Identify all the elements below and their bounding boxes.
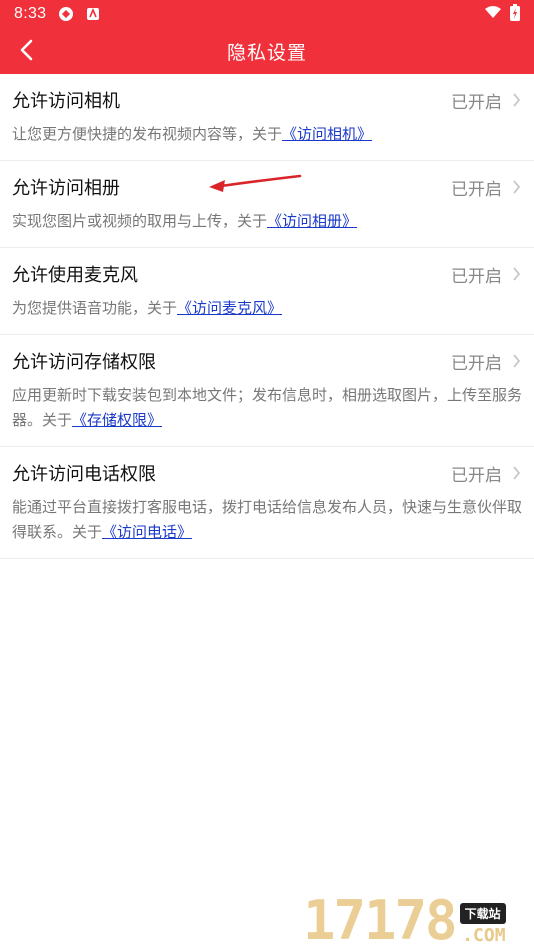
- setting-desc-text: 实现您图片或视频的取用与上传，关于: [12, 212, 268, 230]
- setting-desc-text: 能通过平台直接拨打客服电话，拨打电话给信息发布人员，快速与生意伙伴取得联系。关于: [12, 498, 523, 541]
- watermark-right: 下载站 .COM: [459, 903, 506, 950]
- chevron-right-icon: [510, 266, 522, 282]
- watermark-tag: 下载站: [459, 903, 506, 924]
- camera-policy-link[interactable]: 《访问相机》: [282, 125, 372, 143]
- setting-name: 允许访问相册: [12, 178, 120, 199]
- sync-icon: [58, 6, 74, 22]
- app-bar: 隐私设置: [0, 28, 534, 74]
- setting-state: 已开启: [451, 266, 502, 287]
- setting-item-album: 允许访问相册 已开启 实现您图片或视频的取用与上传，关于《访问相册》: [0, 161, 534, 248]
- setting-row-camera[interactable]: 允许访问相机 已开启: [12, 74, 522, 126]
- setting-row-phone[interactable]: 允许访问电话权限 已开启: [12, 447, 522, 499]
- setting-desc-text: 为您提供语音功能，关于: [12, 299, 178, 317]
- phone-policy-link[interactable]: 《访问电话》: [102, 523, 192, 541]
- status-time: 8:33: [14, 5, 47, 22]
- setting-state: 已开启: [451, 92, 502, 113]
- chevron-right-icon: [510, 92, 522, 108]
- status-right-icons: [484, 3, 520, 25]
- setting-name: 允许访问相机: [12, 91, 120, 112]
- album-policy-link[interactable]: 《访问相册》: [267, 212, 357, 230]
- setting-item-camera: 允许访问相机 已开启 让您更方便快捷的发布视频内容等，关于《访问相机》: [0, 74, 534, 161]
- setting-row-album[interactable]: 允许访问相册 已开启: [12, 161, 522, 213]
- chevron-left-icon: [20, 39, 33, 61]
- setting-name: 允许访问电话权限: [12, 464, 156, 485]
- setting-description: 实现您图片或视频的取用与上传，关于《访问相册》: [12, 209, 522, 247]
- setting-name: 允许访问存储权限: [12, 352, 156, 373]
- app-notification-icon: [86, 7, 100, 21]
- battery-charging-icon: [510, 3, 520, 25]
- watermark-domain: .COM: [462, 925, 506, 946]
- microphone-policy-link[interactable]: 《访问麦克风》: [177, 299, 282, 317]
- setting-row-microphone[interactable]: 允许使用麦克风 已开启: [12, 248, 522, 300]
- back-button[interactable]: [10, 34, 42, 66]
- privacy-settings-list: 允许访问相机 已开启 让您更方便快捷的发布视频内容等，关于《访问相机》 允许访问…: [0, 74, 534, 559]
- setting-state: 已开启: [451, 179, 502, 200]
- wifi-icon: [484, 5, 502, 23]
- watermark-logo: 17178 下载站 .COM: [303, 890, 528, 950]
- watermark-number: 17178: [303, 889, 458, 950]
- setting-name: 允许使用麦克风: [12, 265, 138, 286]
- setting-desc-text: 让您更方便快捷的发布视频内容等，关于: [12, 125, 283, 143]
- setting-description: 让您更方便快捷的发布视频内容等，关于《访问相机》: [12, 122, 522, 160]
- setting-description: 为您提供语音功能，关于《访问麦克风》: [12, 296, 522, 334]
- setting-state: 已开启: [451, 353, 502, 374]
- chevron-right-icon: [510, 465, 522, 481]
- chevron-right-icon: [510, 179, 522, 195]
- status-bar: 8:33: [0, 0, 534, 28]
- setting-state: 已开启: [451, 465, 502, 486]
- setting-item-phone: 允许访问电话权限 已开启 能通过平台直接拨打客服电话，拨打电话给信息发布人员，快…: [0, 447, 534, 559]
- setting-description: 能通过平台直接拨打客服电话，拨打电话给信息发布人员，快速与生意伙伴取得联系。关于…: [12, 495, 522, 558]
- setting-row-storage[interactable]: 允许访问存储权限 已开启: [12, 335, 522, 387]
- storage-policy-link[interactable]: 《存储权限》: [72, 411, 162, 429]
- page-title: 隐私设置: [226, 41, 307, 64]
- setting-item-microphone: 允许使用麦克风 已开启 为您提供语音功能，关于《访问麦克风》: [0, 248, 534, 335]
- setting-description: 应用更新时下载安装包到本地文件；发布信息时，相册选取图片，上传至服务器。关于《存…: [12, 383, 522, 446]
- setting-item-storage: 允许访问存储权限 已开启 应用更新时下载安装包到本地文件；发布信息时，相册选取图…: [0, 335, 534, 447]
- chevron-right-icon: [510, 353, 522, 369]
